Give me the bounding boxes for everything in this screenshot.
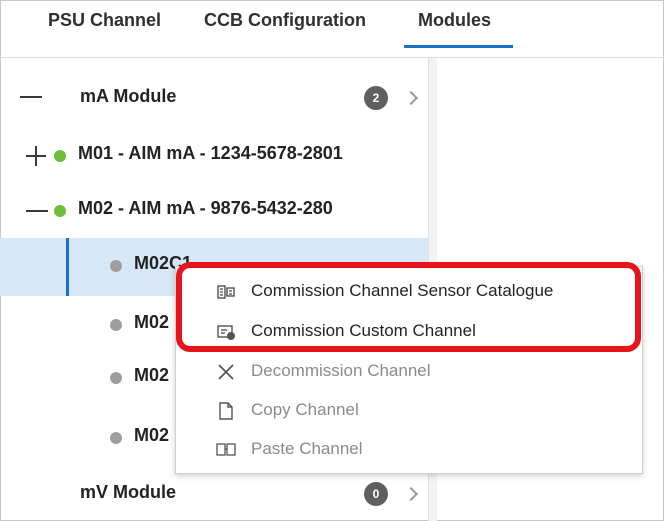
- selection-indicator: [66, 238, 69, 296]
- menu-item-commission-sensor-catalogue[interactable]: Commission Channel Sensor Catalogue: [176, 273, 642, 311]
- tab-bar: PSU Channel CCB Configuration Modules: [0, 0, 664, 58]
- m01-label: M01 - AIM mA - 1234-5678-2801: [78, 143, 343, 163]
- count-badge: 0: [364, 482, 388, 506]
- tree-row-m02[interactable]: M02 - AIM mA - 9876-5432-280: [0, 185, 428, 237]
- menu-item-paste-channel[interactable]: Paste Channel: [176, 431, 642, 469]
- sensor-catalogue-icon: [217, 285, 235, 299]
- paste-icon: [216, 443, 236, 456]
- expand-icon[interactable]: [26, 146, 46, 166]
- tree-row-mv-module[interactable]: mV Module 0: [0, 468, 428, 520]
- tree-row-m01[interactable]: M01 - AIM mA - 1234-5678-2801: [0, 130, 428, 182]
- tab-ccb-configuration[interactable]: CCB Configuration: [204, 10, 366, 31]
- menu-item-label: Decommission Channel: [251, 361, 431, 380]
- ma-module-label: mA Module: [80, 86, 177, 106]
- m02-label: M02 - AIM mA - 9876-5432-280: [78, 198, 333, 218]
- copy-document-icon: [219, 402, 233, 420]
- channel-label: M02: [134, 312, 170, 332]
- status-dot-icon: [110, 260, 122, 272]
- chevron-right-icon[interactable]: [403, 486, 419, 502]
- count-badge: 2: [364, 86, 388, 110]
- menu-item-label: Paste Channel: [251, 439, 363, 458]
- tab-psu-channel[interactable]: PSU Channel: [48, 10, 161, 31]
- mv-module-label: mV Module: [80, 482, 177, 502]
- tree-row-ma-module[interactable]: mA Module 2: [0, 72, 428, 124]
- menu-item-decommission-channel[interactable]: Decommission Channel: [176, 353, 642, 391]
- channel-label: M02: [134, 365, 170, 385]
- menu-item-label: Copy Channel: [251, 400, 359, 419]
- chevron-right-icon[interactable]: [403, 90, 419, 106]
- menu-item-label: Commission Channel Sensor Catalogue: [251, 281, 554, 300]
- tab-modules[interactable]: Modules: [418, 10, 491, 31]
- status-dot-icon: [54, 150, 66, 162]
- status-dot-icon: [54, 205, 66, 217]
- status-dot-icon: [110, 432, 122, 444]
- active-tab-indicator: [404, 45, 513, 48]
- close-icon: [218, 364, 234, 380]
- menu-item-label: Commission Custom Channel: [251, 321, 476, 340]
- menu-item-commission-custom-channel[interactable]: Commission Custom Channel: [176, 313, 642, 351]
- menu-item-copy-channel[interactable]: Copy Channel: [176, 392, 642, 430]
- channel-label: M02: [134, 425, 170, 445]
- context-menu: Commission Channel Sensor Catalogue Comm…: [175, 266, 643, 474]
- custom-channel-icon: [217, 325, 235, 340]
- collapse-icon[interactable]: [20, 96, 42, 98]
- status-dot-icon: [110, 319, 122, 331]
- collapse-icon[interactable]: [26, 210, 48, 212]
- status-dot-icon: [110, 372, 122, 384]
